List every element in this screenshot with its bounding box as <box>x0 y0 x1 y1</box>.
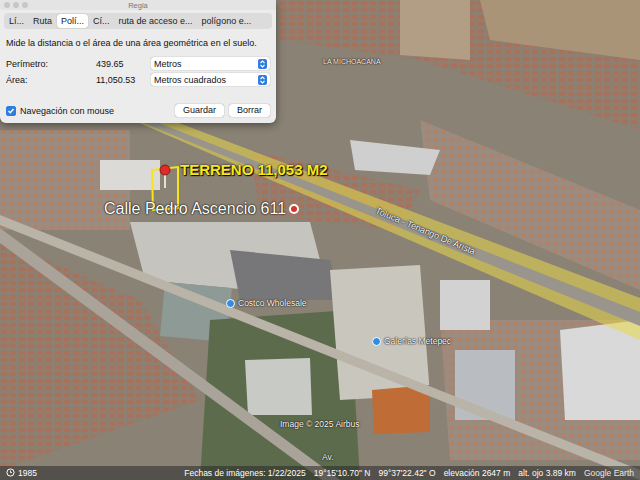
unit-dropdown[interactable]: Metros cuadrados <box>151 73 270 86</box>
measurement-label: Área: <box>6 75 96 85</box>
unit-text[interactable]: Metros <box>154 59 182 69</box>
measurement-row: Perímetro:439.65 Metros <box>6 57 270 70</box>
window-control-icon[interactable] <box>22 2 28 8</box>
measurement-value: 439.65 <box>96 59 144 69</box>
tab[interactable]: Lí... <box>5 14 28 28</box>
map-label-text[interactable]: Av. <box>322 452 334 462</box>
location-marker-icon[interactable] <box>289 204 299 214</box>
measurement-value: 11,050.53 <box>96 75 144 85</box>
save-button[interactable]: Guardar <box>175 104 224 117</box>
window-title: Regla <box>128 1 148 10</box>
map-label-text[interactable]: Costco Wholesale <box>238 298 307 308</box>
tab[interactable]: Polí... <box>57 14 88 28</box>
dropdown-arrow-icon[interactable] <box>258 75 267 85</box>
map-label-text[interactable]: LA MICHOACANA <box>323 58 381 65</box>
mouse-navigation-checkbox[interactable] <box>6 106 16 116</box>
map-label-text[interactable]: Calle Pedro Ascencio 611 <box>104 200 286 218</box>
map-label[interactable]: Calle Pedro Ascencio 611 <box>104 200 299 218</box>
tab[interactable]: Cí... <box>89 14 114 28</box>
window-controls[interactable] <box>4 2 28 8</box>
status-info: Fechas de imágenes: 1/22/2025 19°15'10.70… <box>184 468 634 478</box>
history-control[interactable]: 1985 <box>6 468 37 479</box>
status-bar: 1985 Fechas de imágenes: 1/22/2025 19°15'1… <box>0 466 640 480</box>
map-label-text[interactable]: TERRENO 11,053 M2 <box>180 161 328 178</box>
dropdown-arrow-icon[interactable] <box>258 59 267 69</box>
map-label[interactable]: Galerías Metepec <box>372 336 451 346</box>
window-control-icon[interactable] <box>4 2 10 8</box>
mouse-navigation-label[interactable]: Navegación con mouse <box>20 106 114 116</box>
window-control-icon[interactable] <box>13 2 19 8</box>
title-bar: Regla <box>0 0 276 10</box>
imagery-date: Fechas de imágenes: 1/22/2025 <box>184 468 305 478</box>
measurements: Perímetro:439.65 Metros Área:11,050.53 Metr… <box>6 57 270 86</box>
place-marker-icon[interactable] <box>372 337 381 346</box>
tab-bar: Lí...RutaPolí...Cí...ruta de acceso e...… <box>4 13 272 29</box>
tab[interactable]: ruta de acceso e... <box>115 14 197 28</box>
unit-dropdown[interactable]: Metros <box>151 57 270 70</box>
history-clock-icon[interactable] <box>6 468 15 479</box>
unit-text[interactable]: Metros cuadrados <box>154 75 226 85</box>
google-earth-logo: Google Earth <box>584 468 634 478</box>
map-label[interactable]: Image © 2025 Airbus <box>280 419 360 429</box>
button-group: Guardar Borrar <box>175 104 270 117</box>
dialog-footer: Navegación con mouse Guardar Borrar <box>6 104 270 117</box>
latitude: 19°15'10.70" N <box>314 468 371 478</box>
map-label-text[interactable]: Galerías Metepec <box>384 336 451 346</box>
map-label[interactable]: LA MICHOACANA <box>323 58 381 65</box>
clear-button[interactable]: Borrar <box>229 104 270 117</box>
map-label[interactable]: Costco Wholesale <box>226 298 307 308</box>
map-label-text[interactable]: Image © 2025 Airbus <box>280 419 360 429</box>
measurement-label: Perímetro: <box>6 59 96 69</box>
description: Mide la distancia o el área de una área … <box>6 38 270 48</box>
history-year[interactable]: 1985 <box>18 468 37 478</box>
eye-altitude: alt. ojo 3.89 km <box>518 468 576 478</box>
measurement-row: Área:11,050.53 Metros cuadrados <box>6 73 270 86</box>
map-label[interactable]: Av. <box>322 452 334 462</box>
longitude: 99°37'22.42" O <box>378 468 435 478</box>
map-label[interactable]: TERRENO 11,053 M2 <box>180 161 328 178</box>
place-marker-icon[interactable] <box>226 299 235 308</box>
tab[interactable]: Ruta <box>29 14 56 28</box>
ruler-dialog: Regla Lí...RutaPolí...Cí...ruta de acceso… <box>0 0 276 123</box>
tab[interactable]: polígono e... <box>198 14 256 28</box>
elevation: elevación 2647 m <box>444 468 511 478</box>
